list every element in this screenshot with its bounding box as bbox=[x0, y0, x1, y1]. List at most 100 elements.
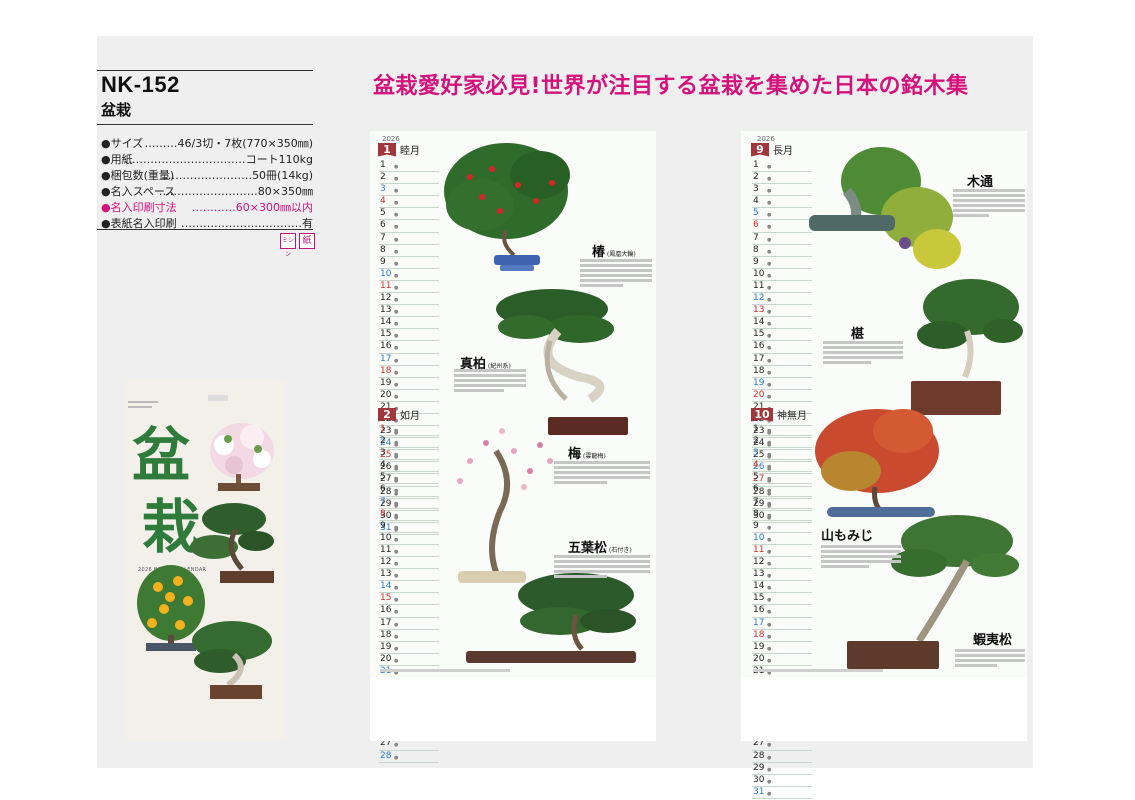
tree-description bbox=[554, 555, 650, 580]
tree-description bbox=[454, 369, 526, 394]
calendar-day: 16 ● bbox=[379, 605, 439, 618]
calendar-day: 10 ● bbox=[379, 533, 439, 545]
badge-paper: 紙 bbox=[299, 233, 315, 249]
day-number: 9 bbox=[380, 520, 386, 531]
day-number: 3 bbox=[380, 184, 386, 195]
calendar-day: 9 ● bbox=[379, 521, 439, 533]
day-number: 1 bbox=[380, 424, 386, 434]
calendar-day: 15 ● bbox=[752, 329, 812, 342]
calendar-sheet-sep-oct[interactable]: 2026 9 長月 1 ● 2 ● 3 ● 4 ● 5 ● 6 ● 7 ● 8 ● 9 ● 10 ● 11 ● 12 ● 13 ●… bbox=[741, 131, 1027, 799]
cover-thumbnail[interactable]: 盆 栽 2026 BONSAI CALENDAR bbox=[124, 379, 286, 741]
calendar-day: 19 ● bbox=[379, 378, 439, 390]
day-number: 6 bbox=[753, 220, 759, 231]
spec-value: ……………………50冊(14kg) bbox=[164, 169, 313, 182]
momiji-photo bbox=[815, 409, 939, 517]
calendar-day: 28 ● bbox=[752, 751, 812, 763]
month-name: 長月 bbox=[773, 146, 793, 157]
calendar-day: 15 ● bbox=[379, 329, 439, 342]
day-number: 5 bbox=[753, 208, 759, 219]
day-number: 4 bbox=[380, 196, 386, 207]
calendar-day: 4 ● bbox=[752, 460, 812, 473]
name-imprint-area bbox=[741, 677, 1027, 741]
day-number: 18 bbox=[380, 365, 392, 376]
day-number: 16 bbox=[753, 605, 765, 616]
calendar-day: 4 ● bbox=[379, 196, 439, 209]
calendar-day: 18 ● bbox=[379, 366, 439, 378]
tree-description bbox=[821, 545, 901, 570]
calendar-day: 5 ● bbox=[379, 472, 439, 485]
calendar-day: 14 ● bbox=[379, 317, 439, 330]
month-number: 2 bbox=[378, 407, 396, 422]
month-name: 神無月 bbox=[777, 411, 807, 422]
bonsai-photos bbox=[444, 143, 636, 663]
day-number: 2 bbox=[753, 436, 759, 447]
day-number: 6 bbox=[753, 484, 759, 495]
plum-photo bbox=[457, 428, 553, 583]
day-number: 17 bbox=[380, 617, 392, 628]
name-imprint-area bbox=[370, 677, 656, 741]
day-number: 1 bbox=[753, 160, 759, 170]
calendar-day: 5 ● bbox=[752, 472, 812, 485]
calendar-day: 13 ● bbox=[379, 305, 439, 318]
day-number: 18 bbox=[380, 629, 392, 640]
calendar-day: 7 ● bbox=[379, 497, 439, 509]
calendar-day: 11 ● bbox=[752, 545, 812, 558]
calendar-day: 20 ● bbox=[752, 390, 812, 402]
day-number: 5 bbox=[753, 472, 759, 483]
day-number: 1 bbox=[753, 424, 759, 434]
month-header: 9 長月 bbox=[751, 142, 793, 157]
sawara-photo bbox=[911, 279, 1023, 415]
day-number: 10 bbox=[380, 268, 392, 279]
calendar-day: 12 ● bbox=[379, 293, 439, 306]
spec-list: ●サイズ ………46/3切・7枚(770×350㎜) ●用紙……………………………… bbox=[101, 135, 317, 231]
calendar-day: 8 ● bbox=[752, 245, 812, 257]
calendar-day: 2 ● bbox=[752, 172, 812, 185]
calendar-day: 30 ● bbox=[752, 775, 812, 787]
day-number: 20 bbox=[753, 653, 765, 664]
calendar-day: 8 ● bbox=[379, 509, 439, 521]
calendar-day: 19 ● bbox=[379, 642, 439, 654]
day-number: 1 bbox=[380, 160, 386, 170]
month-number: 9 bbox=[751, 142, 769, 157]
calendar-day: 3 ● bbox=[752, 448, 812, 461]
calendar-day: 5 ● bbox=[752, 208, 812, 221]
calendar-day: 19 ● bbox=[752, 378, 812, 390]
calendar-day: 2 ● bbox=[379, 436, 439, 449]
spec-label: ●名入印刷寸法 bbox=[101, 201, 177, 214]
month-header: 1 睦月 bbox=[378, 142, 420, 157]
calendar-day: 1 ● bbox=[379, 160, 439, 173]
calendar-day: 14 ● bbox=[752, 317, 812, 330]
day-number: 9 bbox=[753, 256, 759, 267]
day-number: 18 bbox=[753, 365, 765, 376]
divider bbox=[97, 229, 313, 230]
calendar-day: 14 ● bbox=[752, 581, 812, 594]
day-number: 3 bbox=[380, 448, 386, 459]
tree-name: 椿 (鳳凰大輪) bbox=[592, 245, 636, 260]
calendar-sheet-jan-feb[interactable]: 2026 1 睦月 1 ● 2 ● 3 ● 4 ● 5 ● 6 ● 7 ● 8 ● 9 ● 10 ● 11 ● 12 ● 13 ●… bbox=[370, 131, 656, 763]
shimpaku-photo bbox=[496, 289, 628, 435]
day-number: 17 bbox=[753, 353, 765, 364]
calendar-day: 18 ● bbox=[752, 366, 812, 378]
calendar-day: 16 ● bbox=[752, 605, 812, 618]
day-number: 6 bbox=[380, 220, 386, 231]
calendar-day: 1 ● bbox=[752, 424, 812, 437]
day-number: 19 bbox=[753, 377, 765, 388]
calendar-day: 2 ● bbox=[379, 172, 439, 185]
day-number: 13 bbox=[380, 305, 392, 316]
calendar-day: 20 ● bbox=[752, 654, 812, 666]
calendar-day: 18 ● bbox=[752, 630, 812, 642]
calendar-day: 10 ● bbox=[752, 533, 812, 545]
calendar-day: 15 ● bbox=[379, 593, 439, 606]
calendar-day: 8 ● bbox=[379, 245, 439, 257]
calendar-day: 15 ● bbox=[752, 593, 812, 606]
calendar-day: 12 ● bbox=[379, 557, 439, 570]
tree-name: 山もみじ bbox=[821, 529, 874, 544]
calendar-day: 6 ● bbox=[379, 220, 439, 233]
tree-name: 蝦夷松 bbox=[973, 633, 1013, 648]
day-number: 9 bbox=[753, 520, 759, 531]
day-list-oct: 1 ● 2 ● 3 ● 4 ● 5 ● 6 ● 7 ● 8 ● 9 ● 10 ● 11 ● 12 ● 13 ● 14 ● 15 ● 16 ● 1… bbox=[752, 424, 812, 799]
weekday-mark: ● bbox=[767, 790, 772, 797]
calendar-day: 20 ● bbox=[379, 390, 439, 402]
option-badges: ミシン 紙 bbox=[280, 233, 315, 258]
day-number: 5 bbox=[380, 472, 386, 483]
